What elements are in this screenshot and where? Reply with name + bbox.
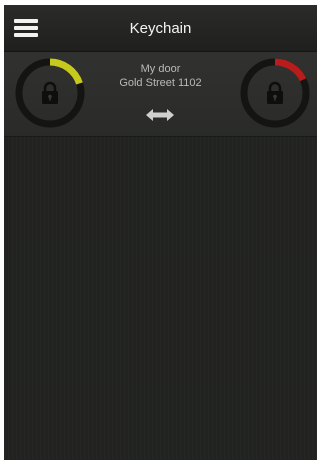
page-title: Keychain bbox=[129, 20, 192, 37]
menu-line bbox=[14, 33, 38, 37]
navigation-bar: Keychain bbox=[4, 5, 317, 52]
door-address: Gold Street 1102 bbox=[119, 77, 202, 89]
door-name: My door bbox=[140, 63, 181, 75]
key-list-item[interactable]: My door Gold Street 1102 bbox=[4, 52, 317, 137]
door-info: My door Gold Street 1102 bbox=[84, 62, 237, 90]
double-arrow-icon[interactable] bbox=[144, 107, 176, 123]
lock-dial-left[interactable] bbox=[14, 57, 86, 129]
dial-progress-arc bbox=[49, 58, 83, 85]
dial-progress-arc bbox=[274, 58, 307, 82]
lock-dial-right[interactable] bbox=[239, 57, 311, 129]
menu-line bbox=[14, 19, 38, 23]
lock-icon bbox=[42, 81, 58, 104]
lock-icon bbox=[267, 81, 283, 104]
hamburger-menu-icon[interactable] bbox=[14, 18, 40, 38]
menu-line bbox=[14, 26, 38, 30]
app-screen: Keychain My door Gold Street 1102 bbox=[4, 5, 317, 460]
